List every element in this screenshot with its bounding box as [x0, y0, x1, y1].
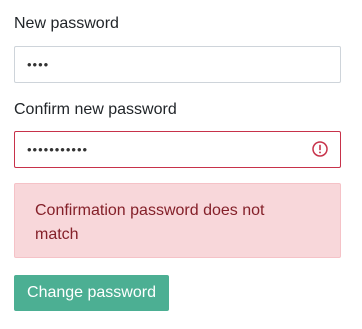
confirm-password-masked-value: •••••••••••: [27, 142, 89, 157]
change-password-button[interactable]: Change password: [14, 275, 169, 311]
new-password-label: New password: [14, 15, 119, 32]
new-password-masked-value: ••••: [27, 57, 50, 72]
confirm-password-label: Confirm new password: [14, 101, 177, 118]
new-password-field[interactable]: ••••: [14, 46, 341, 83]
confirm-password-field[interactable]: •••••••••••: [14, 131, 341, 168]
alert-message: Confirmation password does not match: [35, 202, 265, 243]
password-mismatch-alert: Confirmation password does not match: [14, 183, 341, 258]
exclamation-circle-icon: [312, 141, 328, 157]
